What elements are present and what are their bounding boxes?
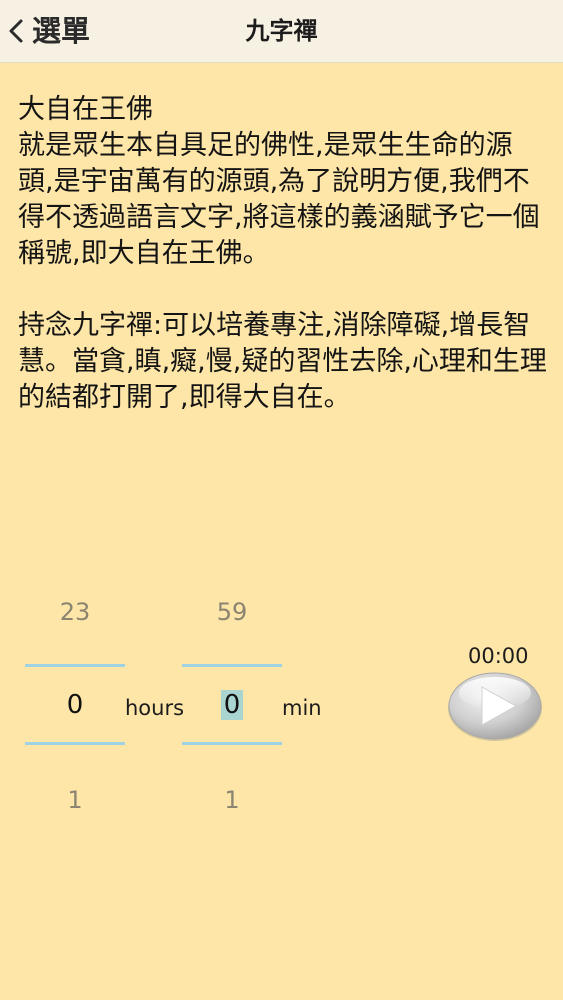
minutes-prev-value[interactable]: 59 <box>182 598 282 626</box>
minutes-picker-divider-top <box>182 664 282 667</box>
elapsed-time: 00:00 <box>468 644 529 668</box>
hours-next-value[interactable]: 1 <box>25 786 125 814</box>
hours-picker-divider-bottom <box>25 742 125 745</box>
minutes-unit-label: min <box>282 696 322 720</box>
hours-prev-value[interactable]: 23 <box>25 598 125 626</box>
hours-unit-label: hours <box>125 696 185 720</box>
hours-picker-divider-top <box>25 664 125 667</box>
top-bar: 選單 九字禪 <box>0 0 563 63</box>
hours-current-value[interactable]: 0 <box>25 690 125 720</box>
content-text: 大自在王佛 就是眾生本自具足的佛性,是眾生生命的源頭,是宇宙萬有的源頭,為了說明… <box>18 92 548 416</box>
minutes-next-value[interactable]: 1 <box>182 786 282 814</box>
content-paragraph-1: 就是眾生本自具足的佛性,是眾生生命的源頭,是宇宙萬有的源頭,為了說明方便,我們不… <box>18 130 540 269</box>
minutes-input-field[interactable]: 0 <box>220 690 244 720</box>
minutes-current-value[interactable]: 0 <box>182 690 282 720</box>
play-icon <box>448 672 542 741</box>
minutes-picker-divider-bottom <box>182 742 282 745</box>
content-paragraph-2: 持念九字禪:可以培養專注,消除障礙,增長智慧。當貪,瞋,癡,慢,疑的習性去除,心… <box>18 310 547 413</box>
play-button[interactable] <box>446 671 544 743</box>
content-heading: 大自在王佛 <box>18 94 153 125</box>
page-title: 九字禪 <box>245 17 318 45</box>
